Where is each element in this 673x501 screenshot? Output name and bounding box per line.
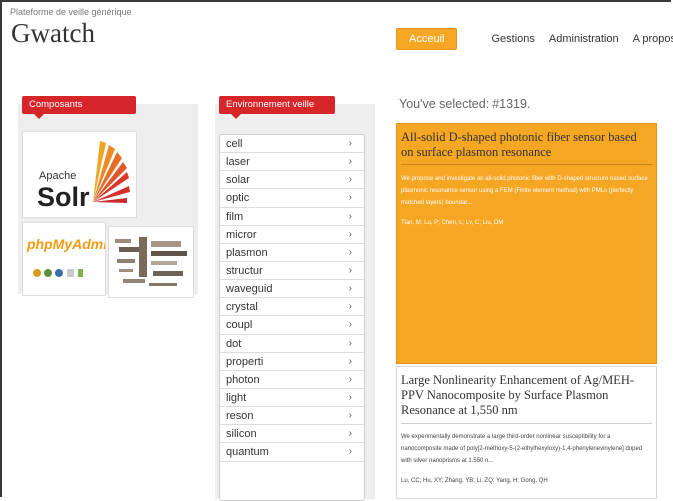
list-item[interactable]: micror › <box>220 226 364 244</box>
phpmyadmin-toolbar-icons <box>33 269 83 277</box>
list-item[interactable]: optic › <box>220 189 364 208</box>
chevron-right-icon: › <box>348 192 352 204</box>
keyword-label: reson <box>226 410 254 423</box>
chevron-right-icon: › <box>348 446 352 458</box>
list-item[interactable]: quantum › <box>220 443 364 462</box>
chevron-right-icon: › <box>348 410 352 422</box>
list-item[interactable]: laser › <box>220 153 364 172</box>
list-item[interactable]: plasmon › <box>220 244 364 262</box>
keyword-label: structur <box>226 264 263 277</box>
chevron-right-icon: › <box>348 138 352 149</box>
result-card-selected[interactable]: All-solid D-shaped photonic fiber sensor… <box>396 123 657 364</box>
list-item[interactable]: photon › <box>220 371 364 389</box>
list-item[interactable]: crystal › <box>220 298 364 317</box>
list-item[interactable]: cell › <box>220 135 364 154</box>
selection-status: You've selected: #1319. <box>396 97 530 111</box>
divider <box>401 423 652 424</box>
list-item[interactable]: dot › <box>220 335 364 353</box>
list-item[interactable]: coupl › <box>220 316 364 335</box>
keyword-label: dot <box>226 337 242 350</box>
keyword-label: waveguid <box>226 283 273 296</box>
environment-tab: Environnement veille <box>219 96 335 119</box>
divider <box>401 164 652 165</box>
phpmyadmin-logo[interactable]: phpMyAdmin <box>22 222 116 296</box>
chevron-right-icon: › <box>348 373 352 385</box>
list-item[interactable]: properti › <box>220 353 364 371</box>
keyword-label: silicon <box>226 428 257 441</box>
solr-brand-text: Solr <box>37 182 90 212</box>
chevron-right-icon: › <box>348 228 352 240</box>
list-item[interactable]: solar › <box>220 171 364 190</box>
keyword-label: micror <box>226 228 257 241</box>
keyword-label: quantum <box>226 446 269 459</box>
word-cloud-image[interactable] <box>108 226 194 298</box>
list-item[interactable]: silicon › <box>220 425 364 444</box>
keyword-label: crystal <box>226 301 258 314</box>
chevron-right-icon: › <box>348 428 352 440</box>
result-title[interactable]: All-solid D-shaped photonic fiber sensor… <box>401 130 652 160</box>
chevron-right-icon: › <box>348 337 352 349</box>
nav-gestions[interactable]: Gestions <box>491 33 534 45</box>
components-tab: Composants <box>22 96 136 119</box>
result-title[interactable]: Large Nonlinearity Enhancement of Ag/MEH… <box>401 373 652 418</box>
result-abstract: We propose and investigate an all-solid … <box>401 176 648 206</box>
solr-logo[interactable]: Apache Solr <box>22 131 137 218</box>
keyword-label: film <box>226 210 244 223</box>
keyword-label: solar <box>226 174 250 187</box>
keyword-label: optic <box>226 192 250 205</box>
keyword-label: plasmon <box>226 246 268 259</box>
chevron-right-icon: › <box>348 156 352 168</box>
chevron-right-icon: › <box>348 301 352 313</box>
chevron-right-icon: › <box>348 319 352 331</box>
list-item[interactable]: waveguid › <box>220 280 364 299</box>
chevron-right-icon: › <box>348 210 352 222</box>
sunburst-icon <box>93 141 130 203</box>
chevron-right-icon: › <box>348 246 352 258</box>
chevron-right-icon: › <box>348 283 352 295</box>
selection-label: You've selected: <box>399 97 490 111</box>
keyword-list: cell › laser › solar › optic › film › micror ›… <box>219 134 365 501</box>
site-subtitle: Plateforme de veille générique <box>10 7 132 17</box>
nav-a-propos[interactable]: A propos <box>633 33 673 45</box>
chevron-right-icon: › <box>348 264 352 276</box>
list-item[interactable]: film › <box>220 208 364 226</box>
result-authors: Lu, CC; Hu, XY; Zhang, YB; Li, ZQ; Yang,… <box>401 478 548 484</box>
nav-accueil[interactable]: Acceuil <box>396 28 458 50</box>
keyword-label: properti <box>226 355 264 368</box>
chevron-right-icon: › <box>348 391 352 403</box>
list-item[interactable]: light › <box>220 389 364 408</box>
site-title: Gwatch <box>11 18 95 48</box>
phpmyadmin-text: phpMyAdmin <box>26 236 105 252</box>
result-authors: Tian, M; Lu, P; Chen, L; Lv, C; Liu, DM <box>401 220 504 226</box>
keyword-label: light <box>226 391 247 404</box>
list-item[interactable]: structur › <box>220 262 364 281</box>
selection-value: #1319. <box>492 97 531 111</box>
keyword-label: photon <box>226 373 260 386</box>
nav-administration[interactable]: Administration <box>549 33 619 45</box>
keyword-label: cell <box>226 138 243 150</box>
keyword-label: coupl <box>226 319 253 332</box>
chevron-right-icon: › <box>348 174 352 186</box>
result-abstract: We experimentally demonstrate a large th… <box>401 434 643 464</box>
chevron-right-icon: › <box>348 355 352 367</box>
list-item[interactable]: reson › <box>220 407 364 426</box>
main-nav: Acceuil Gestions Administration A propos <box>396 28 673 50</box>
result-card[interactable]: Large Nonlinearity Enhancement of Ag/MEH… <box>396 366 657 499</box>
keyword-label: laser <box>226 156 250 169</box>
solr-apache-text: Apache <box>39 170 76 182</box>
